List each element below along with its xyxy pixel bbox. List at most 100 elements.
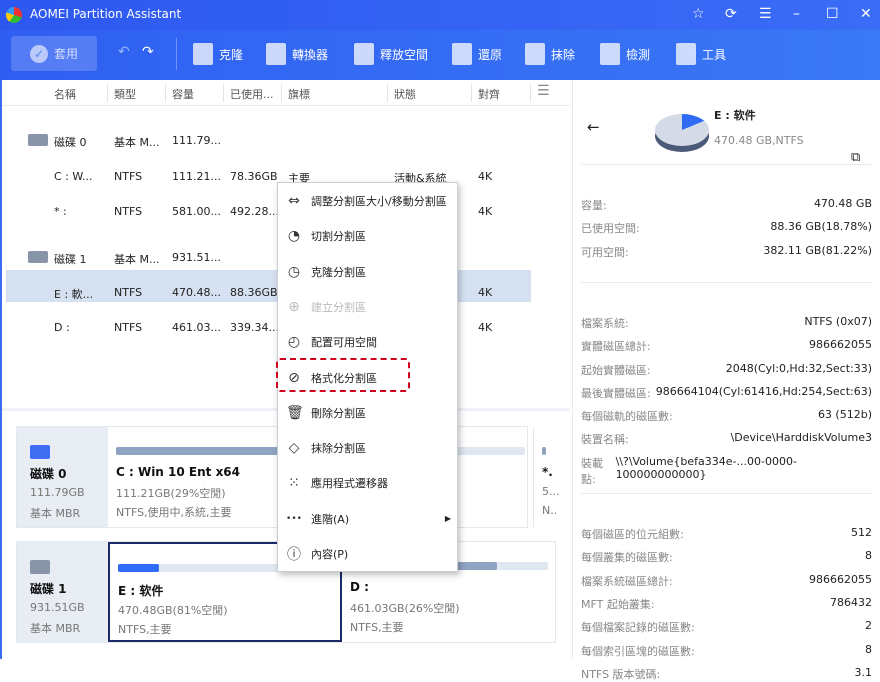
column-header[interactable]: 旗標 — [288, 86, 310, 102]
menu-icon[interactable]: ☰ — [759, 6, 772, 22]
toolbar-divider — [176, 38, 177, 70]
toolbar-tools-button[interactable]: 工具 — [676, 38, 726, 70]
property-row: 容量: 470.48 GB — [581, 197, 872, 213]
refresh-icon[interactable]: ⟳ — [725, 6, 737, 22]
menu-item-eraser[interactable]: ◇ 抹除分割區 — [286, 436, 451, 460]
minimize-icon[interactable]: – — [793, 6, 800, 22]
menu-item-app-mover[interactable]: ⁙ 應用程式遷移器 — [286, 471, 451, 495]
property-label: 容量: — [581, 199, 607, 212]
partition-info: NTFS,主要 — [350, 621, 404, 634]
column-settings-icon[interactable]: ☰ — [537, 83, 550, 99]
cell: NTFS — [114, 170, 143, 183]
menu-item-resize[interactable]: ⇔ 調整分割區大小/移動分割區 — [286, 189, 451, 213]
submenu-arrow-icon: ▶ — [444, 514, 451, 524]
menu-item-label: 克隆分割區 — [311, 265, 366, 279]
toolbar-clone-button[interactable]: 克隆 — [193, 38, 243, 70]
toolbar-convert-button[interactable]: 轉換器 — [266, 38, 328, 70]
property-row: 檔案系統: NTFS (0x07) — [581, 315, 872, 331]
property-value: 3.1 — [854, 665, 873, 679]
column-separator[interactable] — [165, 84, 166, 102]
property-label: 可用空間: — [581, 245, 629, 259]
menu-item-label: 抹除分割區 — [311, 442, 366, 456]
column-header[interactable]: 對齊 — [478, 86, 500, 102]
cell: 4K — [478, 321, 493, 334]
copy-icon[interactable]: ⧉ — [851, 150, 860, 165]
property-label: 檔案系統磁區總計: — [581, 574, 673, 588]
app-title: AOMEI Partition Assistant — [30, 7, 182, 21]
menu-item-info[interactable]: ⓘ 內容(P) — [286, 542, 451, 566]
column-separator[interactable] — [281, 84, 282, 102]
cell: 78.36GB — [230, 170, 278, 183]
toolbar-restore-button[interactable]: 還原 — [452, 38, 502, 70]
undo-icon[interactable]: ↶ — [118, 44, 130, 60]
resize-icon: ⇔ — [288, 193, 300, 209]
title-bar: AOMEI Partition Assistant ☆ ⟳ ☰ – ☐ ✕ — [0, 0, 880, 30]
partition-free: 470.48GB(81%空閒) — [118, 604, 228, 617]
menu-item-label: 切割分割區 — [311, 230, 366, 244]
toolbar-label: 還原 — [478, 47, 503, 62]
column-header[interactable]: 已使用... — [230, 86, 274, 102]
partition-block[interactable]: *... 5... N.. — [533, 427, 560, 527]
disk-icon — [30, 560, 50, 574]
partition-free: 461.03GB(26%空閒) — [350, 602, 460, 615]
toolbar: ✓ 套用 ↶ ↷ 克隆 轉換器 釋放空間 還原 抹除 檢測 工具 — [0, 30, 880, 80]
apply-button[interactable]: ✓ 套用 — [11, 36, 97, 71]
property-value: 470.48 GB — [813, 197, 872, 210]
close-icon[interactable]: ✕ — [860, 6, 872, 22]
property-value: 2048(Cyl:0,Hd:32,Sect:33) — [725, 361, 872, 375]
trash-icon: 🗑 — [286, 404, 304, 421]
column-header[interactable]: 名稱 — [54, 86, 76, 102]
column-header[interactable]: 狀態 — [394, 86, 416, 102]
usage-fill — [118, 564, 160, 572]
back-arrow-icon[interactable]: ← — [587, 118, 600, 136]
partition-title: E : 软件 — [118, 584, 164, 598]
toolbar-label: 檢測 — [626, 47, 651, 62]
detail-subtitle: 470.48 GB,NTFS — [714, 134, 804, 147]
column-header[interactable]: 容量 — [172, 86, 194, 102]
toolbar-check-button[interactable]: 檢測 — [600, 38, 650, 70]
menu-item-more[interactable]: ••• 進階(A) ▶ — [286, 507, 451, 531]
partition-info: N.. — [542, 504, 558, 517]
star-icon[interactable]: ☆ — [692, 6, 705, 22]
property-row: 每個叢集的磁區數: 8 — [581, 549, 872, 565]
menu-item-split[interactable]: ◔ 切割分割區 — [286, 224, 451, 248]
cell: 470.48... — [172, 286, 221, 299]
windows-disk-icon — [30, 445, 50, 459]
partition-free: 5... — [542, 485, 560, 498]
column-separator[interactable] — [223, 84, 224, 102]
disk-type: 基本 MBR — [30, 507, 81, 520]
toolbar-label: 轉換器 — [292, 47, 329, 62]
disk-size: 111.79GB — [30, 486, 85, 499]
property-label: NTFS 版本號碼: — [581, 667, 661, 681]
menu-item-clone-partition[interactable]: ◷ 克隆分割區 — [286, 260, 451, 284]
disk-name: 磁碟 1 — [30, 582, 67, 596]
free-space-icon — [354, 43, 374, 65]
column-separator[interactable] — [387, 84, 388, 102]
maximize-icon[interactable]: ☐ — [826, 6, 839, 22]
column-separator[interactable] — [107, 84, 108, 102]
disk-row[interactable]: 磁碟 0 基本 M... 111.79... — [2, 124, 530, 156]
property-row: 最後實體磁區: 986664104(Cyl:61416,Hd:254,Sect:6… — [581, 385, 872, 401]
partition-info: NTFS,使用中,系統,主要 — [116, 506, 232, 519]
property-value: \Device\HarddiskVolume3 — [730, 431, 872, 445]
partition-free: 111.21GB(29%空閒) — [116, 487, 226, 500]
toolbar-free-space-button[interactable]: 釋放空間 — [354, 38, 428, 70]
toolbar-label: 工具 — [702, 47, 727, 62]
menu-item-label: 內容(P) — [311, 548, 349, 561]
divider — [581, 493, 872, 494]
toolbar-label: 克隆 — [219, 47, 244, 62]
partition-pie-icon — [655, 110, 709, 152]
menu-item-label: 刪除分割區 — [311, 406, 366, 420]
property-value: 382.11 GB(81.22%) — [763, 243, 872, 257]
column-header[interactable]: 類型 — [114, 86, 136, 102]
column-separator[interactable] — [471, 84, 472, 102]
property-label: MFT 起始叢集: — [581, 597, 655, 611]
menu-item-allocate[interactable]: ◴ 配置可用空間 — [286, 330, 451, 354]
redo-icon[interactable]: ↷ — [142, 44, 154, 60]
toolbar-label: 釋放空間 — [380, 47, 429, 62]
menu-item-trash[interactable]: 🗑 刪除分割區 — [286, 401, 451, 425]
cell: * : — [54, 205, 67, 218]
property-label: 最後實體磁區: — [581, 386, 651, 400]
menu-item-create-partition: ⊕ 建立分割區 — [286, 295, 451, 319]
toolbar-wipe-button[interactable]: 抹除 — [525, 38, 575, 70]
